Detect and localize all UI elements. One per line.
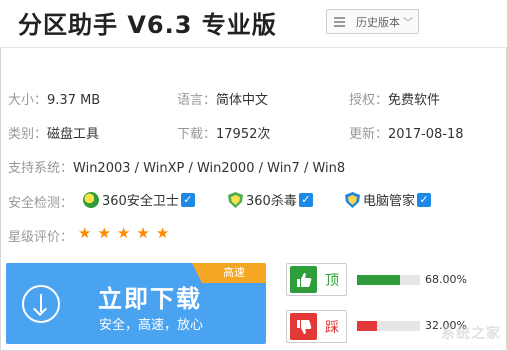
history-version-label: 历史版本 xyxy=(356,15,400,29)
list-icon xyxy=(334,16,352,27)
high-speed-badge: 高速 xyxy=(192,263,266,283)
star-icon: ★ xyxy=(136,224,150,242)
check-icon: ✓ xyxy=(180,192,195,207)
thumbs-down-icon xyxy=(290,313,317,340)
thumbs-up-icon xyxy=(290,266,317,293)
upvote-percent: 68.00% xyxy=(425,273,467,286)
star-icon: ★ xyxy=(97,224,111,242)
star-icon: ★ xyxy=(116,224,131,242)
security-item-label: 360安全卫士 xyxy=(102,194,179,209)
download-subtitle: 安全，高速，放心 xyxy=(99,318,204,333)
security-label: 安全检测： xyxy=(8,196,74,211)
downvote-label: 踩 xyxy=(325,319,339,336)
update-row: 更新：2017-08-18 xyxy=(349,123,464,142)
category-label: 类别： xyxy=(8,127,48,142)
shield-icon xyxy=(228,191,243,208)
history-version-button[interactable]: 历史版本 ﹀ xyxy=(326,9,419,34)
license-row: 授权：免费软件 xyxy=(349,89,440,108)
security-item-label: 电脑管家 xyxy=(363,194,416,209)
downvote-bar-fill xyxy=(357,321,378,331)
language-value: 简体中文 xyxy=(216,93,269,108)
360-safe-icon xyxy=(83,191,99,208)
size-row: 大小：9.37 MB xyxy=(8,89,100,108)
license-value: 免费软件 xyxy=(388,93,441,108)
os-row: 支持系统：Win2003 / WinXP / Win2000 / Win7 / … xyxy=(8,157,345,176)
update-value: 2017-08-18 xyxy=(388,127,464,142)
upvote-bar-fill xyxy=(357,275,400,285)
downvote-bar xyxy=(357,321,420,331)
check-icon: ✓ xyxy=(298,192,313,207)
security-item-360av: 360杀毒 ✓ xyxy=(228,190,313,209)
os-value: Win2003 / WinXP / Win2000 / Win7 / Win8 xyxy=(73,161,346,176)
os-label: 支持系统： xyxy=(8,161,74,176)
check-icon: ✓ xyxy=(417,192,432,207)
license-label: 授权： xyxy=(349,93,389,108)
download-title: 立即下载 xyxy=(98,285,202,313)
rating-label: 星级评价： xyxy=(8,230,74,245)
shield-icon xyxy=(345,191,360,208)
security-item-pcmanager: 电脑管家 ✓ xyxy=(345,190,432,209)
language-row: 语言：简体中文 xyxy=(177,89,268,108)
star-icon: ★ xyxy=(78,224,92,242)
page-title: 分区助手 V6.3 专业版 xyxy=(18,11,277,39)
download-icon xyxy=(22,285,60,323)
download-button[interactable]: 立即下载 安全，高速，放心 高速 xyxy=(6,263,266,344)
security-item-360safe: 360安全卫士 ✓ xyxy=(83,190,195,209)
chevron-down-icon: ﹀ xyxy=(403,18,413,29)
downloads-value: 17952次 xyxy=(216,127,271,142)
security-item-label: 360杀毒 xyxy=(246,194,297,209)
upvote-bar xyxy=(357,275,420,285)
header: 分区助手 V6.3 专业版 历史版本 ﹀ xyxy=(0,0,507,48)
watermark: 系统之家 xyxy=(441,326,501,342)
category-row: 类别：磁盘工具 xyxy=(8,123,99,142)
downloads-row: 下载：17952次 xyxy=(177,123,270,142)
language-label: 语言： xyxy=(177,93,217,108)
update-label: 更新： xyxy=(349,127,389,142)
star-icon: ★ xyxy=(155,224,170,242)
downloads-label: 下载： xyxy=(177,127,217,142)
upvote-label: 顶 xyxy=(325,272,339,289)
downvote-button[interactable]: 踩 xyxy=(286,310,347,343)
size-label: 大小： xyxy=(8,93,48,108)
upvote-button[interactable]: 顶 xyxy=(286,263,347,296)
category-link[interactable]: 磁盘工具 xyxy=(47,127,99,142)
size-value: 9.37 MB xyxy=(47,93,101,108)
rating-stars: ★ ★ ★ ★ ★ xyxy=(78,225,169,241)
